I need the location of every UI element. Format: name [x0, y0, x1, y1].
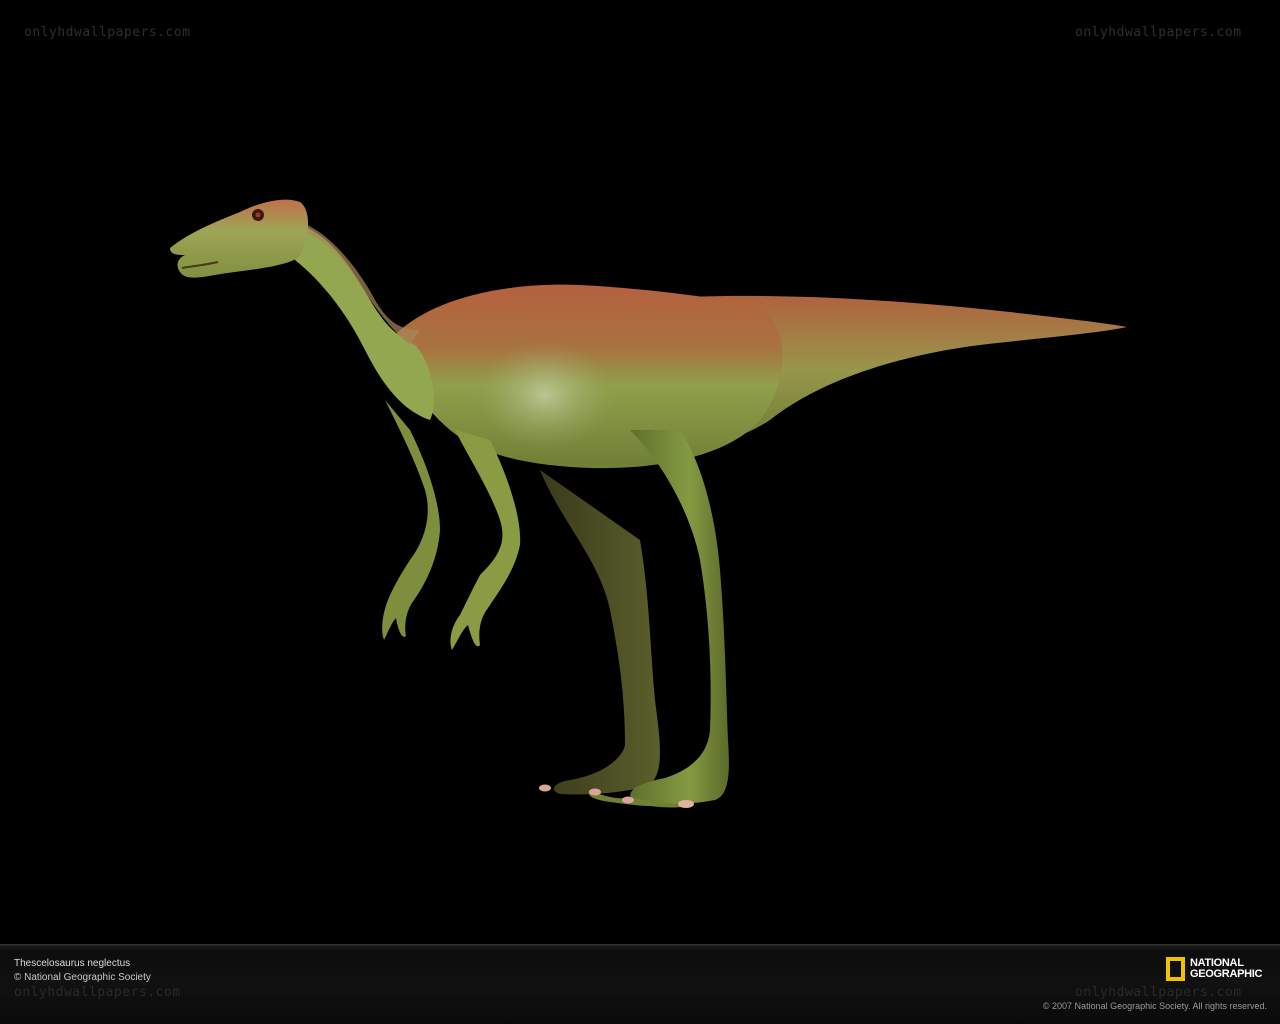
toe-claw — [678, 800, 694, 808]
watermark-top-left: onlyhdwallpapers.com — [24, 25, 191, 40]
wallpaper-image — [0, 0, 1280, 944]
watermark-bottom-right: onlyhdwallpapers.com — [1075, 985, 1242, 1000]
national-geographic-logo: NATIONAL GEOGRAPHIC — [1166, 957, 1262, 981]
far-hind-leg — [540, 470, 660, 795]
credit-caption: © National Geographic Society — [14, 972, 151, 983]
yellow-frame-icon — [1166, 957, 1185, 981]
thescelosaurus-illustration — [170, 199, 1127, 808]
watermark-top-right: onlyhdwallpapers.com — [1075, 25, 1242, 40]
watermark-bottom-left: onlyhdwallpapers.com — [14, 985, 181, 1000]
caption-bar — [0, 944, 1280, 1024]
species-caption: Thescelosaurus neglectus — [14, 958, 131, 969]
copyright-notice: © 2007 National Geographic Society. All … — [1042, 1001, 1267, 1011]
near-front-arm — [450, 430, 521, 650]
far-front-arm — [382, 400, 440, 640]
belly-highlight — [475, 340, 615, 450]
logo-line-geographic: GEOGRAPHIC — [1190, 968, 1263, 980]
